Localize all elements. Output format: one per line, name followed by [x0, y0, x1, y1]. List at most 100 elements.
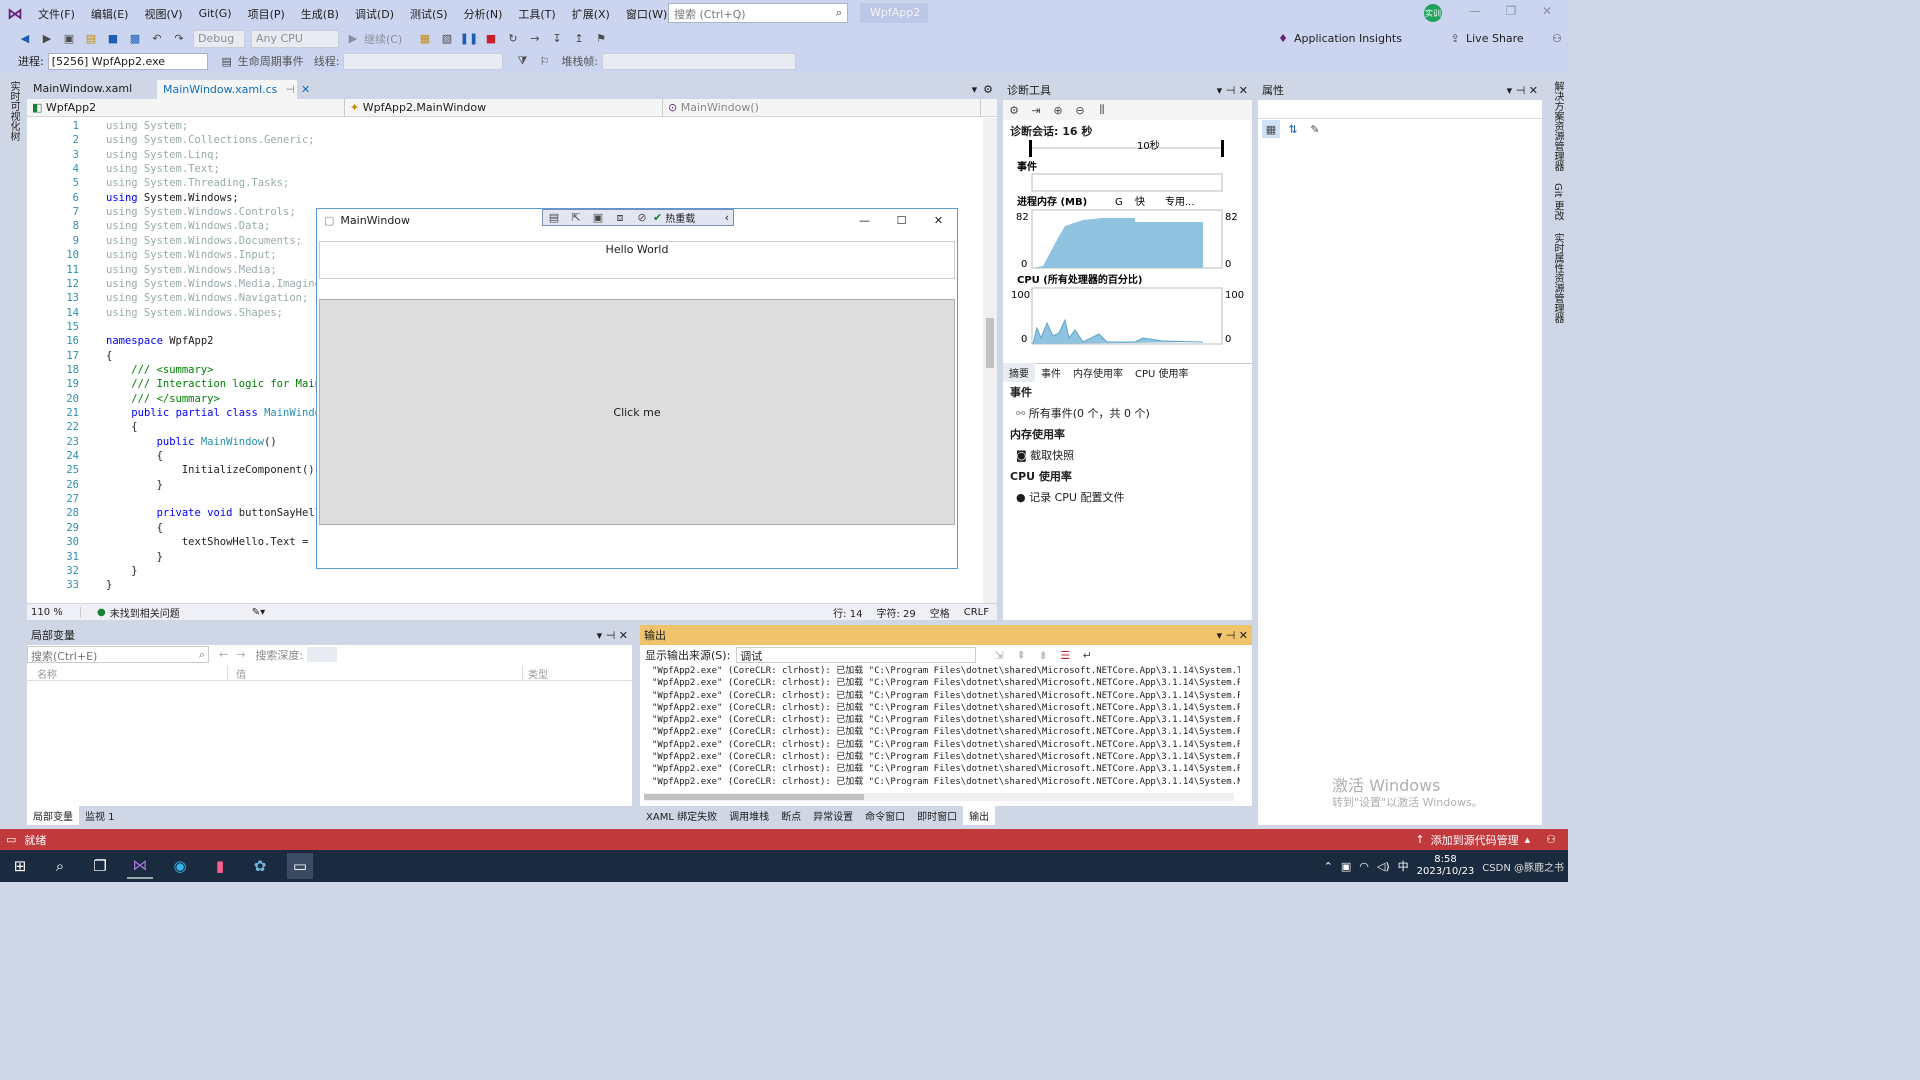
output-bottom-tab[interactable]: 调用堆栈	[723, 806, 775, 825]
browser-link-icon[interactable]: ▦	[416, 30, 434, 48]
source-control-dropdown-icon[interactable]: ▴	[1525, 833, 1531, 846]
tab-watch1[interactable]: 监视 1	[79, 806, 121, 825]
continue-icon[interactable]: ▶	[344, 30, 362, 48]
config-select[interactable]: Debug	[193, 29, 245, 48]
visual-studio-icon[interactable]: ⋈	[127, 853, 153, 879]
tab-mainwindow-xaml[interactable]: MainWindow.xaml	[27, 80, 157, 99]
tab-mainwindow-xaml-cs[interactable]: MainWindow.xaml.cs ⊣ ✕	[157, 80, 310, 99]
forward-icon[interactable]: ▶	[38, 30, 56, 48]
output-bottom-tab[interactable]: 输出	[963, 806, 996, 825]
class-nav-select[interactable]: ✦ WpfApp2.MainWindow	[345, 99, 663, 117]
solution-explorer-tab[interactable]: 解决方案资源管理器	[1550, 81, 1565, 171]
step-into-icon[interactable]: ↧	[548, 30, 566, 48]
windows-start-icon[interactable]: ⊞	[7, 853, 33, 879]
props-object-select[interactable]	[1258, 101, 1542, 119]
property-pages-icon[interactable]: ✎	[1306, 120, 1324, 138]
zoom-in-icon[interactable]: ⊕	[1049, 101, 1067, 119]
menu-item[interactable]: 文件(F)	[30, 6, 83, 22]
menu-item[interactable]: 扩展(X)	[564, 6, 618, 22]
tab-dropdown-icon[interactable]: ▾	[972, 83, 978, 96]
lifecycle-label[interactable]: 生命周期事件	[238, 53, 304, 69]
stop-icon[interactable]: ■	[482, 30, 500, 48]
output-bottom-tab[interactable]: 命令窗口	[859, 806, 911, 825]
select-element-icon[interactable]: ⇱	[567, 209, 585, 227]
diag-dropdown-icon[interactable]: ▾ ⊣ ✕	[1217, 84, 1248, 97]
menu-item[interactable]: Git(G)	[191, 7, 240, 20]
hot-reload-label[interactable]: 热重载	[665, 210, 695, 225]
menu-item[interactable]: 调试(D)	[347, 6, 402, 22]
tab-memory[interactable]: 内存使用率	[1067, 363, 1129, 382]
output-source-select[interactable]: 调试	[736, 647, 977, 663]
live-tree-icon[interactable]: ▤	[545, 209, 563, 227]
output-bottom-tab[interactable]: 即时窗口	[911, 806, 963, 825]
record-cpu-button[interactable]: ● 记录 CPU 配置文件	[1016, 489, 1124, 505]
feedback-icon[interactable]: ⚇	[1548, 30, 1566, 48]
new-project-icon[interactable]: ▣	[60, 30, 78, 48]
hot-reload-settings-icon[interactable]: ▧	[438, 30, 456, 48]
task-view-icon[interactable]: ❐	[87, 853, 113, 879]
output-bottom-tab[interactable]: 断点	[775, 806, 807, 825]
close-icon[interactable]: ✕	[1537, 4, 1557, 22]
close-tab-icon[interactable]: ✕	[301, 83, 310, 96]
menu-item[interactable]: 编辑(E)	[83, 6, 137, 22]
tab-summary[interactable]: 摘要	[1003, 363, 1035, 382]
stackframe-select[interactable]	[602, 52, 797, 70]
locals-forward-icon[interactable]: →	[236, 648, 245, 661]
live-share-button[interactable]: Live Share	[1466, 32, 1546, 45]
diag-export-icon[interactable]: ⇥	[1027, 101, 1045, 119]
undo-icon[interactable]: ↶	[148, 30, 166, 48]
clock[interactable]: 8:58 2023/10/23	[1417, 854, 1475, 878]
notifications-icon[interactable]: ⚇	[1546, 833, 1556, 846]
props-dropdown-icon[interactable]: ▾ ⊣ ✕	[1507, 84, 1538, 97]
live-property-explorer-tab[interactable]: 实时属性资源管理器	[1550, 233, 1565, 323]
output-dropdown-icon[interactable]: ▾ ⊣ ✕	[1217, 629, 1248, 642]
pin-icon[interactable]: ⊣	[285, 83, 295, 96]
media-app-icon[interactable]: ▮	[207, 853, 233, 879]
edge-icon[interactable]: ◉	[167, 853, 193, 879]
tray-chevron-icon[interactable]: ⌃	[1324, 860, 1333, 873]
volume-icon[interactable]: ◁)	[1377, 860, 1390, 873]
back-icon[interactable]: ◀	[16, 30, 34, 48]
continue-button[interactable]: 继续(C)	[364, 31, 414, 47]
platform-select[interactable]: Any CPU	[251, 29, 339, 48]
live-visual-tree-tab[interactable]: 实时可视化树	[6, 81, 21, 141]
step-out-icon[interactable]: ↥	[570, 30, 588, 48]
wpf-maximize-icon[interactable]: ☐	[883, 214, 920, 227]
click-me-button[interactable]: Click me	[319, 299, 955, 525]
settings-icon[interactable]: ⚙	[983, 83, 993, 96]
reset-view-icon[interactable]: ⫼	[1093, 101, 1111, 119]
wpf-app-icon[interactable]: ▭	[287, 853, 313, 879]
add-to-source-control[interactable]: 添加到源代码管理	[1431, 832, 1519, 848]
thread-select[interactable]	[343, 52, 504, 70]
tab-events[interactable]: 事件	[1035, 363, 1067, 382]
minimize-icon[interactable]: —	[1465, 4, 1485, 22]
flag-thread-icon[interactable]: ⚐	[535, 52, 553, 70]
search-box[interactable]: 搜索 (Ctrl+Q) ⌕	[668, 3, 848, 23]
maximize-icon[interactable]: ❐	[1501, 4, 1521, 22]
output-hscrollbar[interactable]	[644, 793, 1234, 801]
next-message-icon[interactable]: ⇟	[1034, 646, 1052, 664]
process-select[interactable]: [5256] WpfApp2.exe	[47, 52, 208, 70]
taskbar-search-icon[interactable]: ⌕	[47, 853, 73, 879]
project-nav-select[interactable]: ◧ WpfApp2	[27, 99, 345, 117]
output-bottom-tab[interactable]: XAML 绑定失败	[640, 806, 723, 825]
menu-item[interactable]: 视图(V)	[136, 6, 190, 22]
save-icon[interactable]: ■	[104, 30, 122, 48]
menu-item[interactable]: 项目(P)	[240, 6, 293, 22]
whitespace-indicator[interactable]: 空格	[930, 605, 950, 620]
track-focus-icon[interactable]: ⧈	[611, 209, 629, 227]
wpf-minimize-icon[interactable]: —	[846, 214, 883, 227]
ime-indicator[interactable]: 中	[1398, 858, 1409, 874]
open-file-icon[interactable]: ▤	[82, 30, 100, 48]
menu-item[interactable]: 分析(N)	[456, 6, 511, 22]
col-type[interactable]: 类型	[522, 665, 622, 681]
col-name[interactable]: 名称	[27, 666, 227, 681]
all-events-link[interactable]: ⚯ 所有事件(0 个，共 0 个)	[1016, 405, 1150, 421]
app-icon[interactable]: ✿	[247, 853, 273, 879]
bookmark-icon[interactable]: ⚑	[592, 30, 610, 48]
line-ending-indicator[interactable]: CRLF	[964, 607, 989, 618]
zoom-out-icon[interactable]: ⊖	[1071, 101, 1089, 119]
output-bottom-tab[interactable]: 异常设置	[807, 806, 859, 825]
zoom-level[interactable]: 110 %	[31, 606, 81, 618]
step-over-icon[interactable]: →	[526, 30, 544, 48]
